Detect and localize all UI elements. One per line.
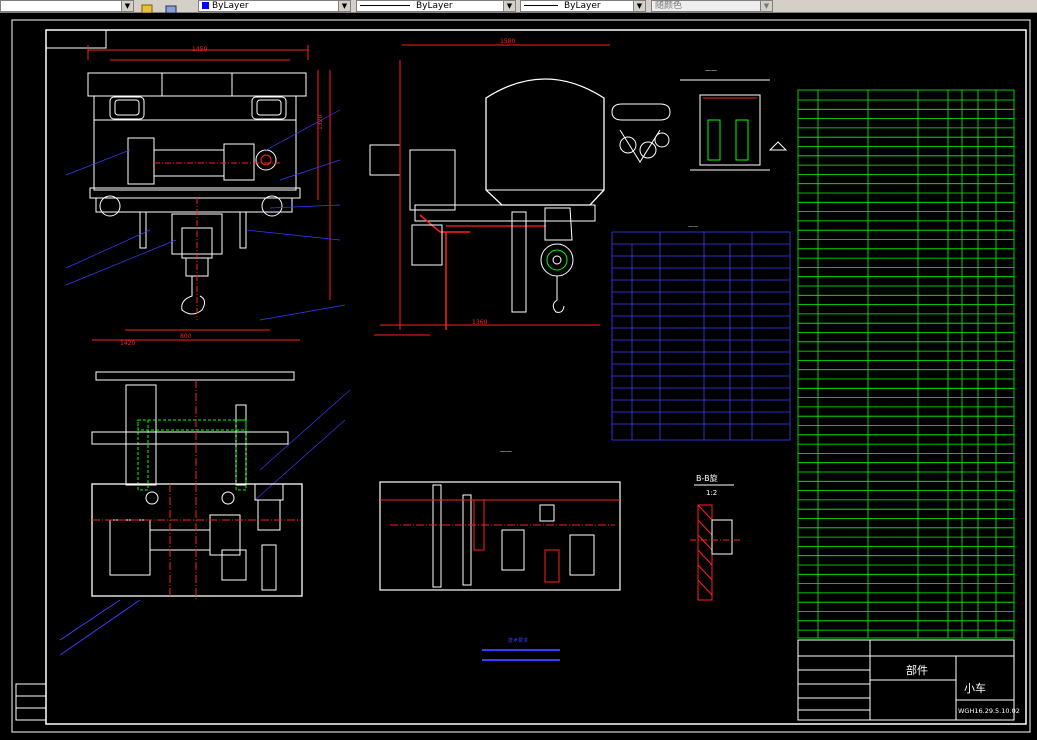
lineweight-value: ByLayer (564, 1, 601, 11)
title-name: 小车 (964, 681, 986, 695)
svg-text:1320: 1320 (317, 115, 324, 130)
detail-view-top: —— (611, 67, 788, 171)
section-bb: B-B旋 1:2 (690, 473, 740, 601)
svg-text:1450: 1450 (192, 46, 207, 53)
svg-text:——: —— (705, 67, 717, 74)
parameter-table: —— (611, 224, 791, 441)
color-swatch-icon (202, 2, 209, 9)
svg-text:——: —— (500, 448, 512, 455)
layer-previous-icon[interactable] (165, 0, 178, 14)
drawing-number: WGH16.29.5.10.02 (958, 707, 1020, 715)
linetype-sample-icon (360, 5, 410, 6)
title-block: 部件 小车 WGH16.29.5.10.02 (797, 639, 1020, 721)
linetype-dropdown[interactable]: ByLayer ▼ (356, 0, 516, 12)
corner-box (45, 29, 107, 49)
svg-text:1420: 1420 (120, 340, 135, 347)
chevron-down-icon: ▼ (633, 1, 645, 11)
notes-title: 技术要求 (508, 637, 528, 644)
parts-list-table (797, 89, 1015, 639)
chevron-down-icon: ▼ (760, 1, 772, 11)
plotstyle-value: 随颜色 (655, 1, 683, 11)
chevron-down-icon: ▼ (338, 1, 350, 11)
plotstyle-dropdown[interactable]: 随颜色 ▼ (651, 0, 773, 12)
properties-toolbar: ▼ ByLayer ▼ ByLayer ▼ ByLayer ▼ 随颜色 ▼ (0, 0, 1037, 14)
svg-text:1580: 1580 (500, 38, 515, 45)
layer-dropdown[interactable]: ▼ (0, 0, 134, 12)
lineweight-dropdown[interactable]: ByLayer ▼ (520, 0, 646, 12)
technical-notes: 技术要求 (482, 637, 560, 661)
svg-text:1360: 1360 (472, 319, 487, 326)
drawing-canvas[interactable]: 1450 800 1420 1320 1580 1360 —— —— B-B旋 … (0, 13, 1037, 736)
section-bb-label: B-B旋 (696, 473, 718, 483)
plan-view (59, 371, 303, 656)
front-view: 1450 800 1420 1320 (87, 45, 331, 347)
sheet-inner-frame (45, 29, 1027, 725)
chevron-down-icon: ▼ (121, 1, 133, 11)
cad-drawing: 1450 800 1420 1320 1580 1360 —— —— B-B旋 … (11, 19, 1031, 733)
leader-lines (65, 109, 351, 501)
lineweight-sample-icon (524, 5, 558, 6)
color-value: ByLayer (212, 1, 249, 11)
chevron-down-icon: ▼ (503, 1, 515, 11)
title-part: 部件 (906, 663, 928, 677)
parts-list-rows (798, 99, 1014, 631)
svg-text:800: 800 (180, 333, 192, 340)
color-dropdown[interactable]: ByLayer ▼ (198, 0, 351, 12)
section-bb-scale: 1:2 (706, 489, 717, 497)
linetype-value: ByLayer (416, 1, 453, 11)
side-view: 1580 1360 (369, 38, 610, 336)
section-view-middle: —— (379, 448, 621, 591)
sheet-outer-frame (11, 19, 1031, 733)
layer-states-icon[interactable] (141, 0, 154, 14)
svg-text:——: —— (688, 224, 698, 230)
left-stamp-box (15, 683, 47, 721)
